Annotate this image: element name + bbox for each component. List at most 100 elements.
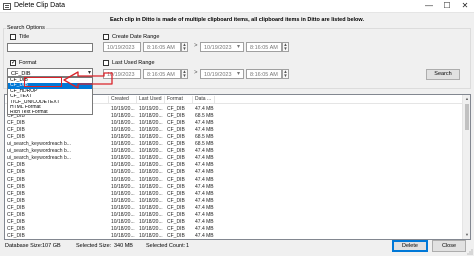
table-cell: 10/18/20... [139, 190, 163, 197]
table-cell: 10/18/20... [139, 197, 163, 204]
close-button[interactable]: Close [432, 240, 466, 252]
create-to-date-picker[interactable]: 10/19/2023 ▾ [200, 42, 244, 52]
table-cell: CF_DIB [167, 190, 185, 197]
table-cell: CF_DIB [7, 204, 25, 211]
table-cell: CF_DIB [7, 119, 25, 126]
table-cell: 10/18/20... [139, 126, 163, 133]
table-cell: 10/18/20... [139, 219, 163, 226]
scrollbar-thumb[interactable] [464, 104, 469, 130]
maximize-button[interactable]: ☐ [438, 0, 456, 12]
title-checkbox-label: Title [19, 34, 30, 40]
table-cell: 47.4 MB [195, 197, 214, 204]
used-to-time-spinner[interactable]: ▲ ▼ [282, 69, 289, 79]
table-cell: CF_DIB [7, 226, 25, 233]
scroll-down-icon[interactable]: ▼ [463, 231, 471, 239]
table-cell: 10/19/20... [111, 105, 135, 112]
list-icon [3, 3, 11, 10]
window-title: Delete Clip Data [14, 2, 65, 9]
vertical-scrollbar[interactable]: ▲ ▼ [462, 95, 470, 239]
selected-size-label: Selected Size: [76, 243, 112, 249]
table-cell: 10/18/20... [111, 219, 135, 226]
column-header-data-size[interactable]: Data ... [193, 96, 215, 103]
close-window-button[interactable]: ✕ [456, 0, 474, 12]
create-to-time-picker[interactable]: 8:16:05 AM [246, 42, 282, 52]
table-cell: 47.4 MB [195, 190, 214, 197]
search-button[interactable]: Search [426, 69, 460, 80]
table-cell: CF_DIB [167, 162, 185, 169]
title-search-input[interactable] [7, 43, 93, 52]
scroll-up-icon[interactable]: ▲ [463, 95, 471, 103]
chevron-down-icon[interactable]: ▾ [235, 43, 242, 51]
table-cell: CF_DIB [167, 126, 185, 133]
table-cell: CF_DIB [167, 212, 185, 219]
used-from-time-picker[interactable]: 8:16:05 AM [143, 69, 181, 79]
used-from-time-spinner[interactable]: ▲ ▼ [181, 69, 188, 79]
create-from-date-picker[interactable]: 10/19/2023 [103, 42, 141, 52]
chevron-down-icon[interactable]: ▾ [235, 70, 242, 78]
table-cell: CF_DIB [167, 141, 185, 148]
table-cell: 10/18/20... [139, 204, 163, 211]
table-cell: CF_DIB [167, 112, 185, 119]
table-cell: CF_DIB [7, 197, 25, 204]
format-checkbox[interactable] [10, 59, 16, 67]
table-row[interactable]: CF_DIB 10/18/20... 10/18/20... CF_DIB 47.4 M… [5, 233, 463, 240]
table-cell: CF_DIB [7, 133, 25, 140]
clip-items-table[interactable]: Title Created Last Used Format Data ... … [4, 94, 471, 240]
table-cell: CF_DIB [167, 197, 185, 204]
format-option[interactable]: Rich Text Format [8, 110, 92, 115]
table-cell: 10/18/20... [111, 226, 135, 233]
table-cell: 47.4 MB [195, 148, 214, 155]
table-cell: 47.4 MB [195, 226, 214, 233]
table-cell: CF_DIB [167, 155, 185, 162]
table-cell: CF_DIB [7, 162, 25, 169]
create-from-date-value: 10/19/2023 [107, 44, 135, 51]
used-to-date-value: 10/19/2023 [204, 71, 232, 78]
table-cell: 10/18/20... [139, 212, 163, 219]
table-cell: 10/18/20... [139, 226, 163, 233]
table-cell: 10/18/20... [111, 183, 135, 190]
title-checkbox[interactable] [10, 34, 16, 40]
create-date-label: Create Date Range [112, 34, 160, 40]
format-combobox-value: CF_DIB [11, 70, 31, 77]
table-cell: CF_DIB [7, 183, 25, 190]
table-cell: CF_DIB [7, 212, 25, 219]
table-cell: 10/18/20... [139, 141, 163, 148]
selected-size-value: 340 MB [114, 243, 133, 249]
table-cell: 10/18/20... [111, 204, 135, 211]
table-cell: CF_DIB [7, 176, 25, 183]
table-cell: 47.4 MB [195, 176, 214, 183]
table-cell: 10/18/20... [111, 197, 135, 204]
table-cell: CF_DIB [7, 233, 25, 240]
annotation-arrow-icon [63, 71, 113, 89]
column-header-last-used[interactable]: Last Used [137, 96, 165, 103]
create-date-checkbox[interactable] [103, 34, 109, 40]
table-cell: CF_DIB [7, 169, 25, 176]
create-to-time-spinner[interactable]: ▲ ▼ [282, 42, 289, 52]
table-cell: 10/18/20... [139, 112, 163, 119]
used-to-date-picker[interactable]: 10/19/2023 ▾ [200, 69, 244, 79]
table-cell: 10/18/20... [111, 112, 135, 119]
table-cell: 47.4 MB [195, 105, 214, 112]
column-header-format[interactable]: Format [165, 96, 193, 103]
delete-button[interactable]: Delete [392, 240, 428, 252]
create-from-time-picker[interactable]: 8:16:05 AM [143, 42, 181, 52]
table-cell: 47.4 MB [195, 183, 214, 190]
table-cell: 47.4 MB [195, 162, 214, 169]
column-header-created[interactable]: Created [109, 96, 137, 103]
table-cell: 10/18/20... [111, 190, 135, 197]
table-cell: 68.5 MB [195, 141, 214, 148]
table-cell: CF_DIB [167, 233, 185, 240]
table-cell: 10/18/20... [111, 233, 135, 240]
table-cell: CF_DIB [167, 133, 185, 140]
title-bar: Delete Clip Data — ☐ ✕ [0, 0, 474, 13]
table-cell: CF_DIB [7, 219, 25, 226]
table-cell: CF_DIB [167, 176, 185, 183]
resize-grip-icon[interactable] [467, 249, 473, 255]
format-checkbox-label: Format [19, 60, 37, 66]
used-to-time-picker[interactable]: 8:16:05 AM [246, 69, 282, 79]
table-cell: 10/18/20... [139, 133, 163, 140]
minimize-button[interactable]: — [420, 0, 438, 12]
last-used-checkbox[interactable] [103, 60, 109, 66]
table-cell: 47.4 MB [195, 169, 214, 176]
create-from-time-spinner[interactable]: ▲ ▼ [181, 42, 188, 52]
